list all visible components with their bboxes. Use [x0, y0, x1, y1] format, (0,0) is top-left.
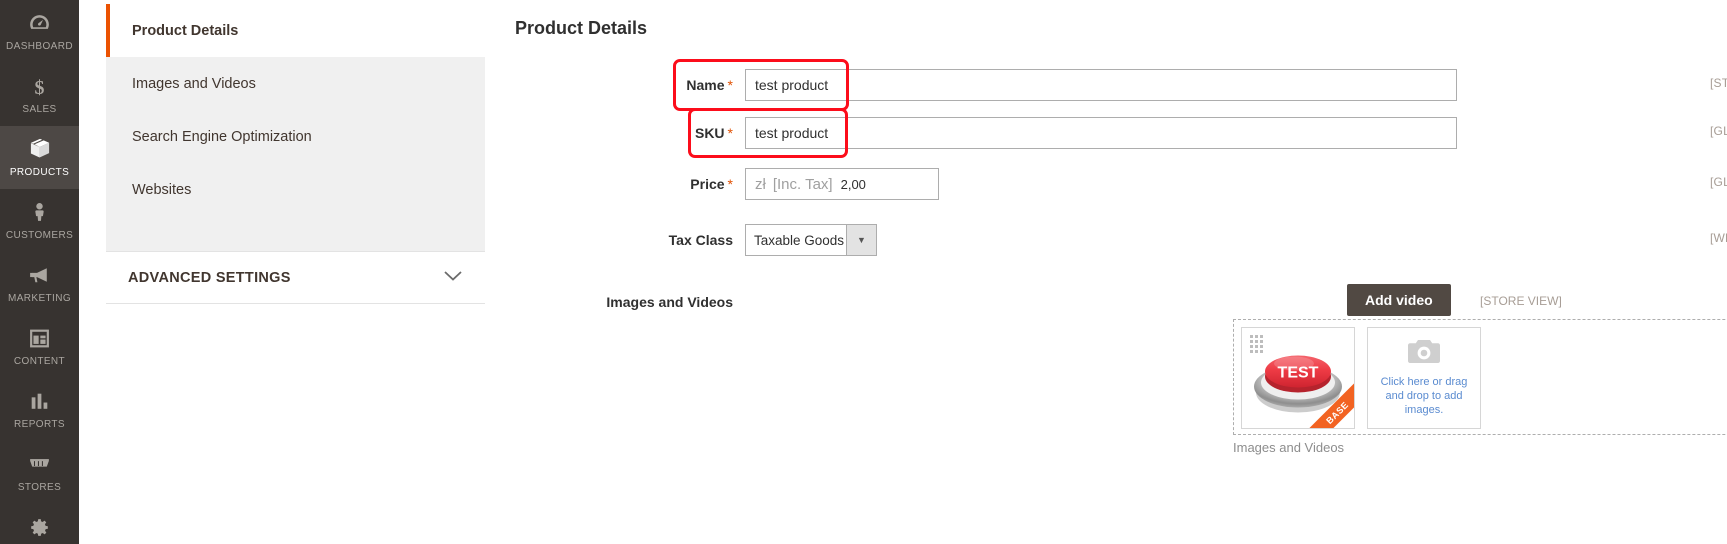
sidebar-item-label: SALES — [22, 104, 57, 115]
tab-label: Search Engine Optimization — [132, 128, 312, 145]
advanced-settings-section[interactable]: ADVANCED SETTINGS — [106, 252, 485, 304]
media-section: Images and Videos Add video [STORE VIEW] — [515, 284, 1727, 455]
gallery-image-item[interactable]: TEST BASE — [1241, 327, 1355, 429]
price-label: Price * — [515, 168, 745, 200]
price-control: zł [Inc. Tax] [GLOBAL] — [745, 168, 1727, 200]
sidebar-item-reports[interactable]: REPORTS — [0, 378, 79, 441]
sidebar-item-label: PRODUCTS — [9, 167, 70, 178]
currency-symbol: zł — [755, 175, 766, 193]
chevron-down-icon: ▼ — [846, 225, 876, 255]
product-tabs-panel: Product Details Images and Videos Search… — [106, 0, 485, 544]
required-marker: * — [727, 176, 733, 192]
media-scope-label: [STORE VIEW] — [1480, 294, 1562, 308]
required-marker: * — [727, 125, 733, 141]
storefront-icon — [27, 451, 53, 477]
image-upload-placeholder[interactable]: Click here or drag and drop to add image… — [1367, 327, 1481, 429]
chevron-down-icon — [443, 269, 463, 287]
admin-page: DASHBOARD $ SALES PRODUCTS CUSTOMERS MAR… — [0, 0, 1727, 544]
tax-class-select[interactable]: Taxable Goods ▼ — [745, 224, 877, 256]
camera-icon — [1407, 338, 1441, 370]
tab-product-details[interactable]: Product Details — [106, 4, 485, 57]
page-title: Product Details — [515, 18, 648, 38]
tab-search-engine-optimization[interactable]: Search Engine Optimization — [106, 110, 485, 163]
tax-note: [Inc. Tax] — [772, 175, 833, 193]
sidebar-item-label: CONTENT — [13, 356, 66, 367]
tabs-filler — [106, 216, 485, 251]
image-gallery[interactable]: TEST BASE Click here or drag and drop to… — [1233, 319, 1727, 435]
product-tabs-list: Product Details Images and Videos Search… — [106, 4, 485, 252]
tax-class-control: Taxable Goods ▼ [WEBSITE] — [745, 224, 1727, 256]
tax-class-scope-label: [WEBSITE] — [1710, 231, 1727, 245]
dashboard-icon — [27, 10, 53, 36]
sku-scope-label: [GLOBAL] — [1710, 124, 1727, 138]
drag-handle-icon[interactable] — [1250, 335, 1263, 353]
sidebar-item-label: CUSTOMERS — [5, 230, 74, 241]
svg-text:$: $ — [35, 76, 45, 98]
gear-icon — [27, 514, 53, 540]
sidebar-item-label: DASHBOARD — [6, 41, 73, 52]
advanced-settings-label: ADVANCED SETTINGS — [128, 269, 291, 286]
layout-icon — [27, 325, 53, 351]
name-label-text: Name — [686, 77, 725, 93]
sku-input[interactable] — [745, 117, 1457, 149]
sku-control: [GLOBAL] — [745, 117, 1727, 149]
content-gutter — [79, 0, 106, 544]
tab-images-and-videos[interactable]: Images and Videos — [106, 57, 485, 110]
price-addon-label: zł [Inc. Tax] — [746, 169, 841, 199]
person-icon — [27, 199, 53, 225]
sku-label: SKU * — [515, 117, 745, 149]
tab-websites[interactable]: Websites — [106, 163, 485, 216]
dollar-icon: $ — [27, 73, 53, 99]
sidebar-item-customers[interactable]: CUSTOMERS — [0, 189, 79, 252]
page-content: Product Details Images and Videos Search… — [79, 0, 1727, 544]
sidebar-item-marketing[interactable]: MARKETING — [0, 252, 79, 315]
tab-label: Images and Videos — [132, 75, 256, 92]
field-row-price: Price* zł [Inc. Tax] [GLOBAL] — [515, 168, 1727, 200]
product-form: Product Details Name* [STORE VIEW] SKU* — [485, 0, 1727, 544]
gallery-caption: Images and Videos — [1233, 440, 1345, 455]
sidebar-item-sales[interactable]: $ SALES — [0, 63, 79, 126]
name-control: [STORE VIEW] — [745, 69, 1727, 101]
sidebar-item-label: STORES — [17, 482, 62, 493]
field-row-sku: SKU* [GLOBAL] — [515, 108, 1727, 158]
price-label-text: Price — [690, 176, 725, 192]
name-label: Name * — [515, 69, 745, 101]
sidebar-item-products[interactable]: PRODUCTS — [0, 126, 79, 189]
sidebar-item-stores[interactable]: STORES — [0, 441, 79, 504]
media-label: Images and Videos — [606, 294, 733, 310]
field-row-name: Name* [STORE VIEW] — [515, 59, 1727, 111]
sidebar-item-content[interactable]: CONTENT — [0, 315, 79, 378]
required-marker: * — [727, 77, 733, 93]
tax-class-selected-value: Taxable Goods — [754, 232, 845, 248]
admin-sidebar: DASHBOARD $ SALES PRODUCTS CUSTOMERS MAR… — [0, 0, 79, 544]
megaphone-icon — [27, 262, 53, 288]
price-scope-label: [GLOBAL] — [1710, 175, 1727, 189]
tax-class-label-text: Tax Class — [668, 232, 733, 248]
tab-label: Product Details — [132, 22, 239, 39]
price-input-group: zł [Inc. Tax] — [745, 168, 939, 200]
sidebar-item-system[interactable]: SYSTEM — [0, 504, 79, 544]
upload-placeholder-text: Click here or drag and drop to add image… — [1380, 376, 1468, 416]
name-scope-label: [STORE VIEW] — [1710, 76, 1727, 90]
price-input[interactable] — [840, 169, 895, 199]
field-row-tax-class: Tax Class Taxable Goods ▼ [WEBSITE] — [515, 224, 1727, 256]
tab-label: Websites — [132, 181, 192, 198]
sku-label-text: SKU — [694, 125, 725, 141]
sidebar-item-label: REPORTS — [14, 419, 65, 430]
svg-text:TEST: TEST — [1278, 365, 1319, 382]
box-icon — [27, 136, 53, 162]
tax-class-label: Tax Class — [515, 224, 745, 256]
name-input[interactable] — [745, 69, 1457, 101]
sidebar-item-dashboard[interactable]: DASHBOARD — [0, 0, 79, 63]
bar-chart-icon — [27, 388, 53, 414]
sidebar-item-label: MARKETING — [7, 293, 72, 304]
add-video-button[interactable]: Add video — [1347, 284, 1451, 316]
